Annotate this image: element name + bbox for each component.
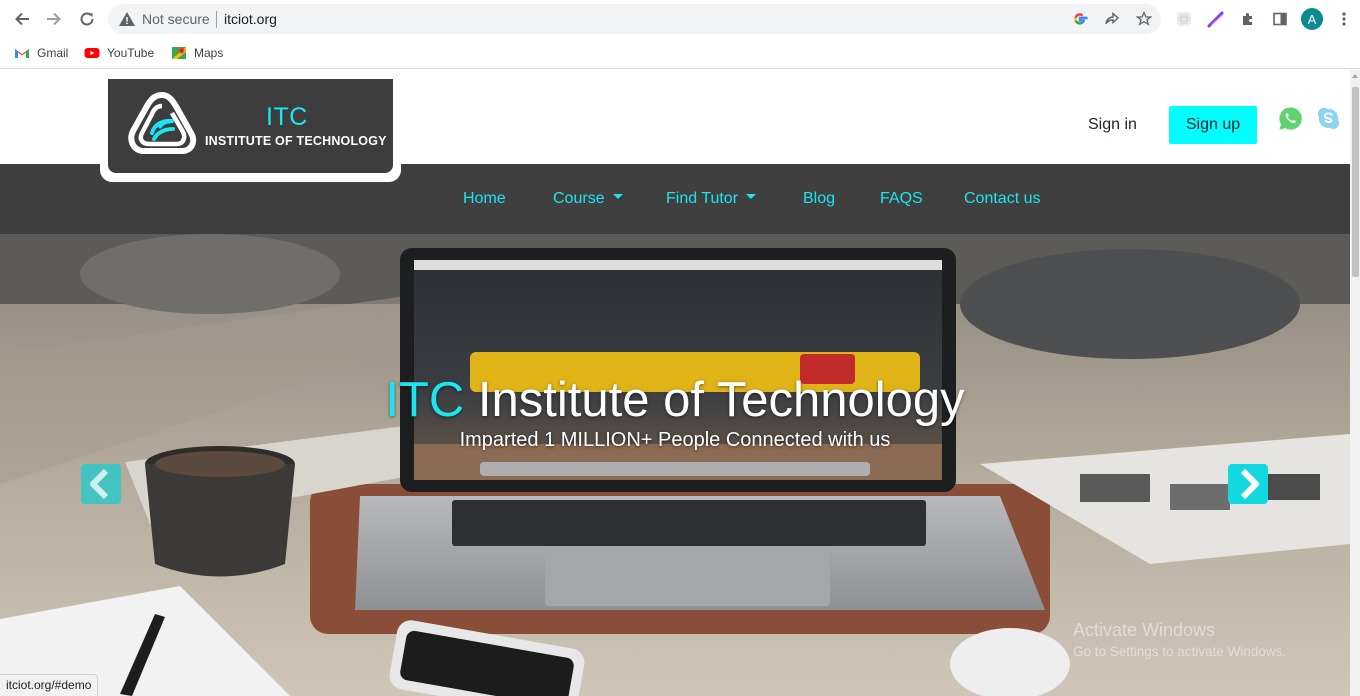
bookmark-label: YouTube xyxy=(107,46,155,60)
signup-button[interactable]: Sign up xyxy=(1169,106,1257,144)
side-panel-icon[interactable] xyxy=(1269,8,1291,30)
activate-windows-title: Activate Windows xyxy=(1073,620,1216,640)
bookmark-gmail[interactable]: Gmail xyxy=(14,43,68,63)
carousel-next-button[interactable] xyxy=(1228,464,1268,504)
forward-arrow-icon[interactable] xyxy=(42,7,66,31)
scroll-up-arrow-icon[interactable] xyxy=(1352,74,1358,78)
nav-find-tutor[interactable]: Find Tutor xyxy=(666,190,757,208)
extension-react-icon[interactable] xyxy=(1173,8,1195,30)
share-icon[interactable] xyxy=(1102,9,1122,29)
bookmark-label: Gmail xyxy=(37,46,69,60)
extensions-puzzle-icon[interactable] xyxy=(1237,8,1259,30)
address-bar[interactable]: Not secure itciot.org xyxy=(108,4,1161,34)
hero-title: ITC Institute of Technology xyxy=(0,372,1350,428)
logo-box: ITC INSTITUTE OF TECHNOLOGY xyxy=(108,79,393,173)
scrollbar-thumb[interactable] xyxy=(1352,87,1359,277)
nav-label: Course xyxy=(553,190,605,207)
hero-subtitle: Imparted 1 MILLION+ People Connected wit… xyxy=(459,429,891,451)
carousel-prev-button[interactable] xyxy=(81,464,121,504)
itc-logo-mark-icon xyxy=(128,91,197,154)
star-bookmark-icon[interactable] xyxy=(1134,9,1154,29)
caret-down-icon xyxy=(612,194,623,200)
menu-kebab-icon[interactable] xyxy=(1333,8,1355,30)
logo-subtitle: INSTITUTE OF TECHNOLOGY xyxy=(205,134,387,148)
nav-label: Home xyxy=(463,190,506,207)
reload-icon[interactable] xyxy=(75,7,99,31)
nav-contact[interactable]: Contact us xyxy=(964,190,1040,208)
url-text[interactable]: itciot.org xyxy=(224,11,277,27)
hero-carousel: ITC Institute of Technology Imparted 1 M… xyxy=(0,234,1350,696)
profile-avatar[interactable]: A xyxy=(1301,8,1323,30)
caret-down-icon xyxy=(746,194,757,200)
bookmark-maps[interactable]: Maps xyxy=(171,43,223,63)
nav-label: FAQS xyxy=(880,190,923,207)
nav-label: Contact us xyxy=(964,190,1041,207)
extension-pen-icon[interactable] xyxy=(1205,8,1227,30)
whatsapp-icon[interactable] xyxy=(1277,105,1304,132)
activate-windows-subtitle: Go to Settings to activate Windows. xyxy=(1073,644,1287,659)
logo-title: ITC xyxy=(266,103,308,131)
gmail-icon xyxy=(15,49,29,58)
nav-label: Blog xyxy=(803,190,836,207)
link-status-bar: itciot.org/#demo xyxy=(0,674,99,696)
skype-icon[interactable] xyxy=(1315,105,1342,132)
chevron-right-icon xyxy=(1240,468,1259,500)
signin-link[interactable]: Sign in xyxy=(1088,116,1137,134)
nav-blog[interactable]: Blog xyxy=(803,190,835,208)
bookmark-youtube[interactable]: YouTube xyxy=(84,43,154,63)
not-secure-label: Not secure xyxy=(142,11,210,27)
nav-faqs[interactable]: FAQS xyxy=(880,190,923,208)
nav-course[interactable]: Course xyxy=(553,190,623,208)
nav-home[interactable]: Home xyxy=(463,190,506,208)
maps-icon xyxy=(172,47,186,59)
youtube-icon xyxy=(84,48,100,58)
bookmarks-bar: Gmail YouTube Maps xyxy=(0,38,1360,69)
page-viewport: Sign in Sign up ITC INSTITUTE OF TECHNOL… xyxy=(0,70,1350,696)
bookmark-label: Maps xyxy=(194,46,224,60)
nav-label: Find Tutor xyxy=(666,190,739,207)
google-lens-icon[interactable] xyxy=(1070,9,1090,29)
hero-title-rest: Institute of Technology xyxy=(464,373,965,427)
site-logo[interactable]: ITC INSTITUTE OF TECHNOLOGY xyxy=(100,79,401,182)
chevron-left-icon xyxy=(90,468,109,500)
omnibox-separator xyxy=(216,11,217,28)
page-scrollbar[interactable] xyxy=(1350,70,1360,696)
back-arrow-icon[interactable] xyxy=(10,7,34,31)
hero-title-accent: ITC xyxy=(385,373,465,427)
browser-toolbar: Not secure itciot.org A xyxy=(0,0,1360,38)
warning-icon[interactable] xyxy=(118,10,136,28)
